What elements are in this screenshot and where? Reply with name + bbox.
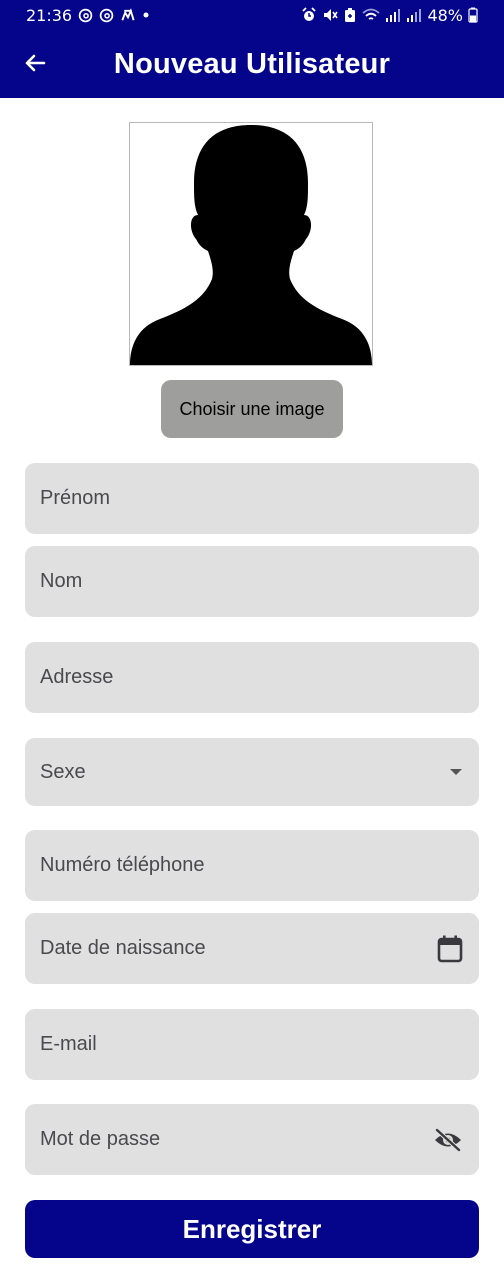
sex-dropdown-toggle[interactable] (449, 738, 463, 806)
battery-saver-icon (343, 7, 357, 23)
last-name-field[interactable] (25, 546, 479, 617)
mute-icon (322, 7, 339, 23)
toggle-password-visibility[interactable] (433, 1104, 463, 1175)
calendar-icon (437, 935, 463, 963)
birth-date-field-container (25, 913, 479, 984)
arrow-left-icon (23, 51, 47, 75)
back-button[interactable] (22, 50, 48, 76)
calendar-button[interactable] (437, 913, 463, 984)
email-field[interactable] (25, 1009, 479, 1080)
eye-off-icon (433, 1127, 463, 1152)
alarm-icon (301, 7, 317, 23)
wifi-icon (362, 7, 381, 23)
activity-icon (120, 7, 136, 23)
birth-date-field[interactable] (25, 913, 479, 984)
person-silhouette-icon (130, 125, 372, 365)
password-field-container (25, 1104, 479, 1175)
status-time: 21:36 (26, 5, 73, 25)
address-field[interactable] (25, 642, 479, 713)
dot-icon (142, 11, 150, 19)
password-field[interactable] (25, 1104, 479, 1175)
signal-icon (385, 8, 401, 22)
threads-icon (99, 8, 114, 23)
page-title: Nouveau Utilisateur (113, 47, 391, 80)
avatar (129, 122, 373, 366)
dropdown-arrow-icon (449, 768, 463, 776)
signal-icon (406, 8, 422, 22)
status-left: 21:36 (26, 5, 150, 25)
sex-select[interactable]: Sexe (25, 738, 479, 806)
status-bar: 21:36 48% (0, 0, 504, 30)
phone-field[interactable] (25, 830, 479, 901)
app-bar: Nouveau Utilisateur (0, 30, 504, 98)
last-name-field-container (25, 546, 479, 617)
phone-field-container (25, 830, 479, 901)
first-name-field[interactable] (25, 463, 479, 534)
battery-icon (468, 7, 478, 23)
email-field-container (25, 1009, 479, 1080)
status-right: 48% (301, 5, 478, 25)
save-button[interactable]: Enregistrer (25, 1200, 479, 1258)
first-name-field-container (25, 463, 479, 534)
sex-select-placeholder: Sexe (40, 760, 86, 783)
threads-icon (78, 8, 93, 23)
choose-image-button[interactable]: Choisir une image (161, 380, 343, 438)
address-field-container (25, 642, 479, 713)
battery-percent: 48% (427, 5, 463, 25)
